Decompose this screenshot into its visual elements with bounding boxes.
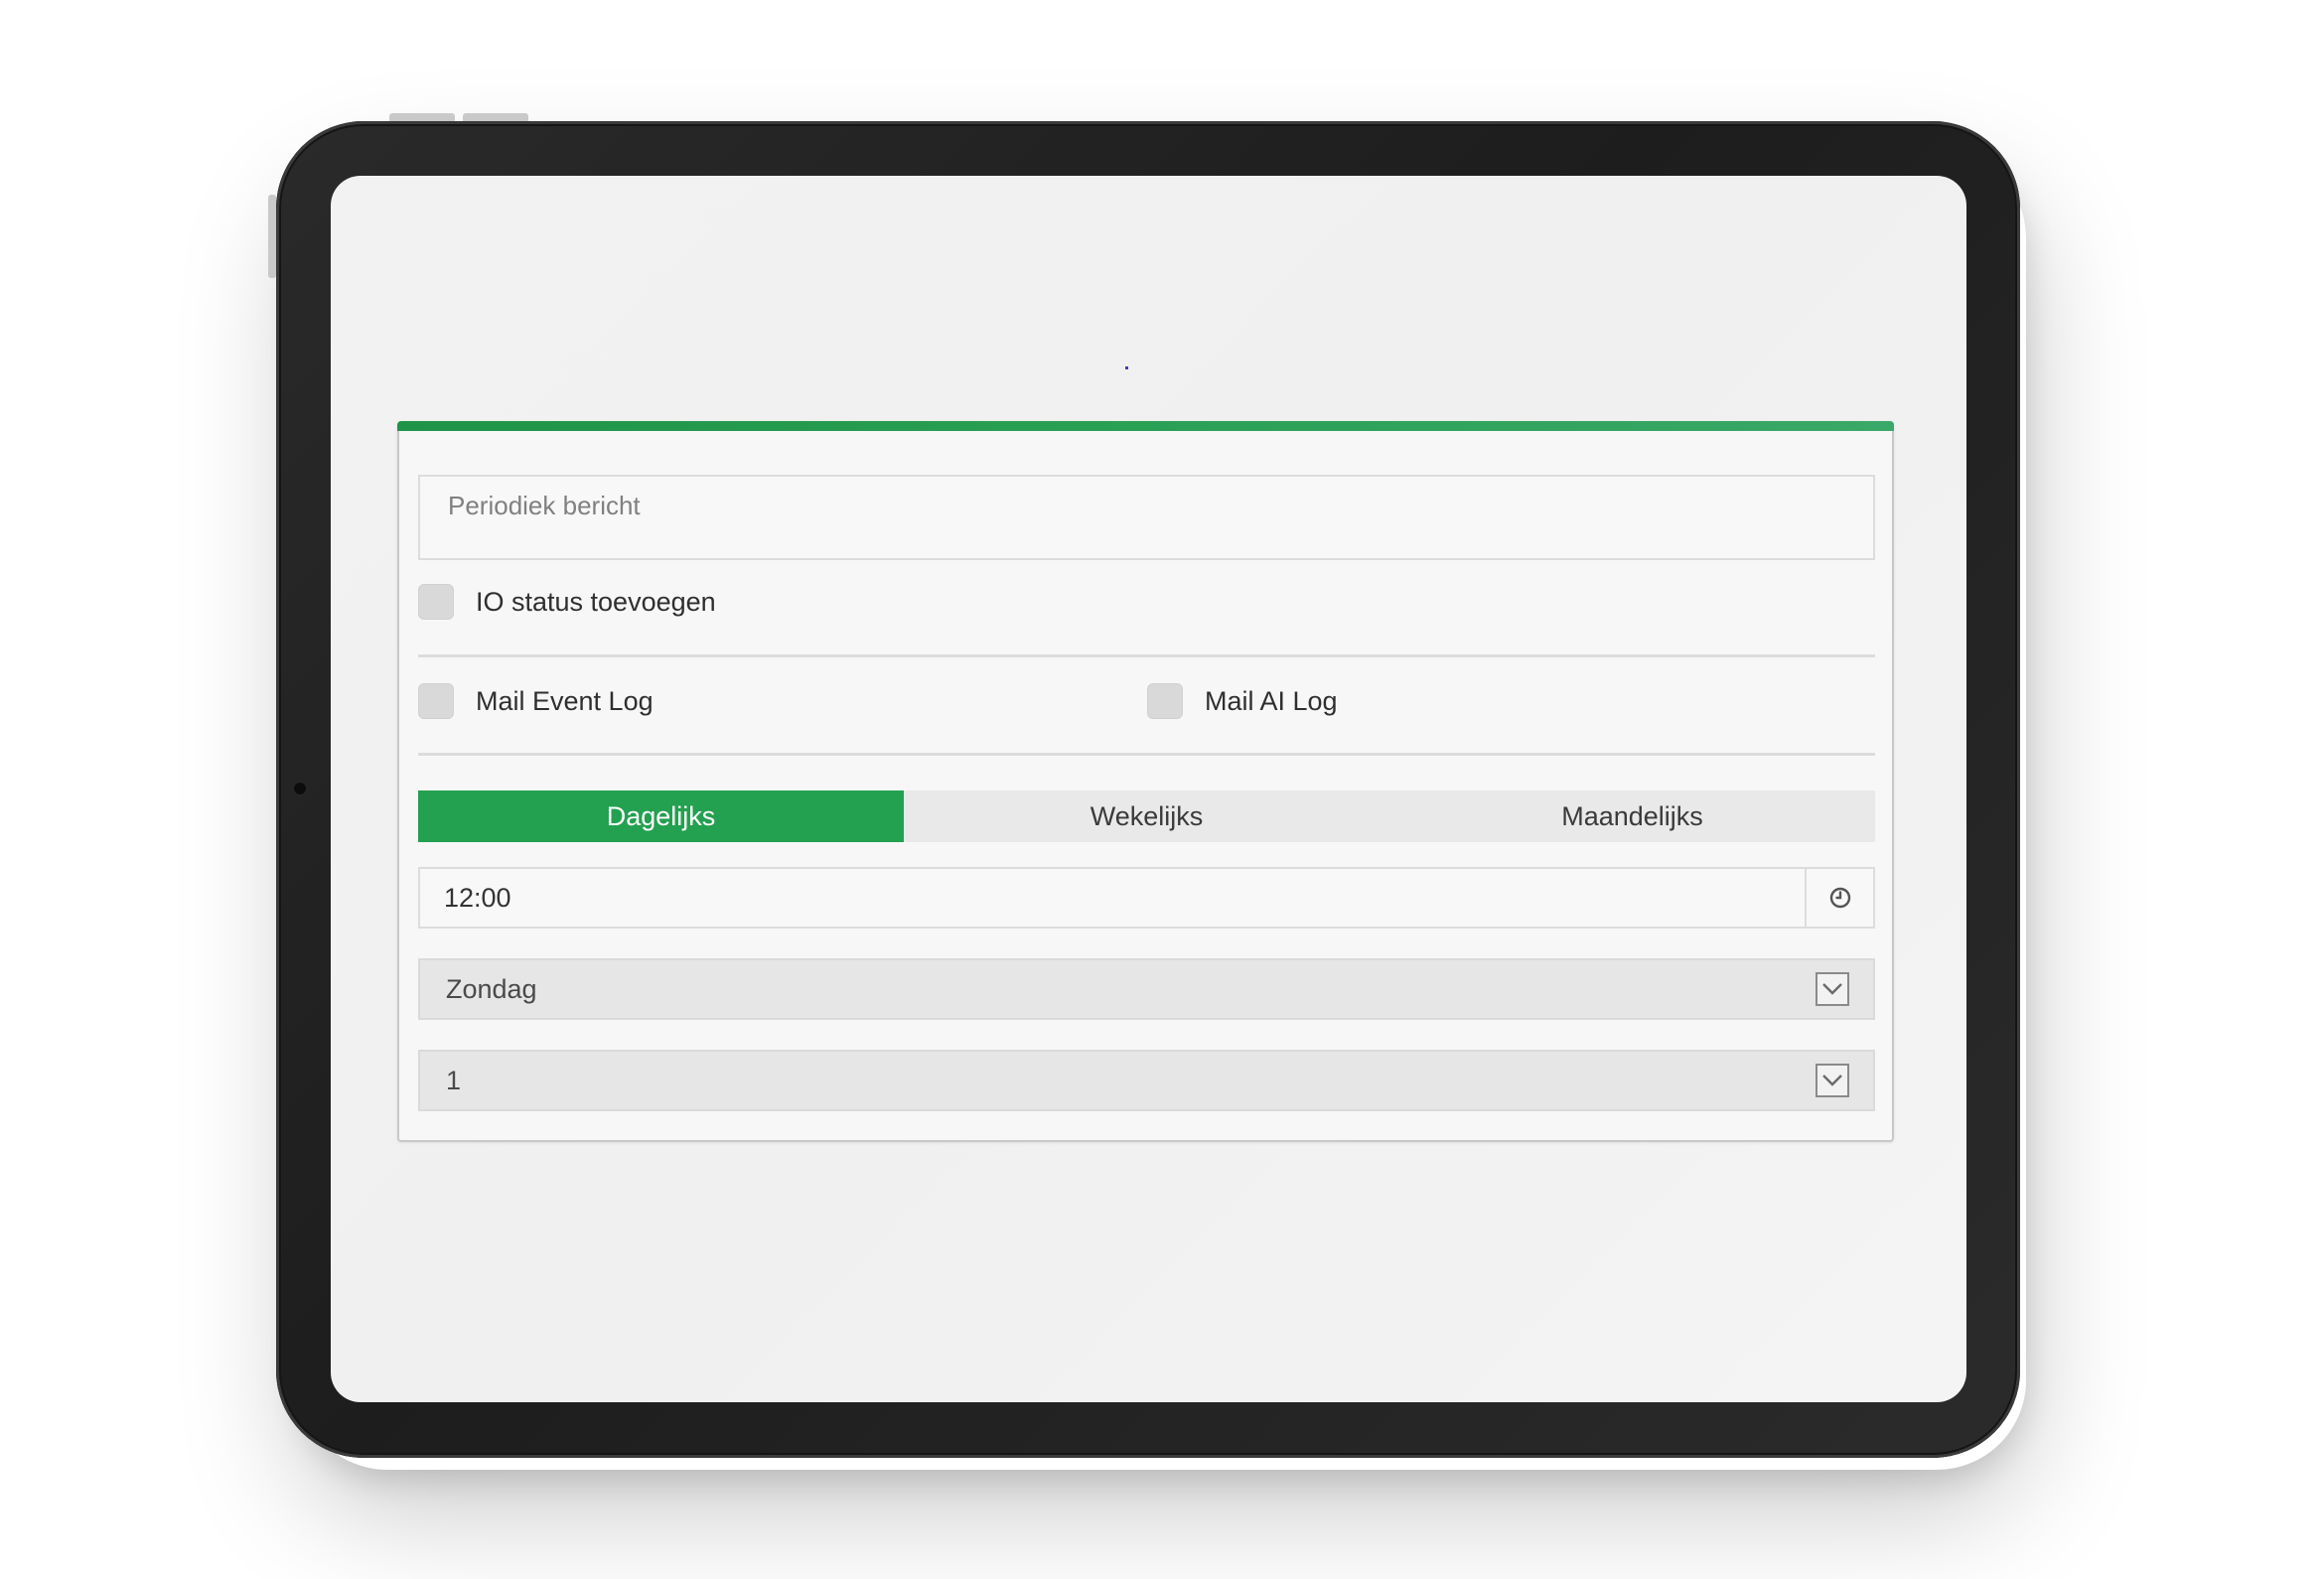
- day-select-value: Zondag: [446, 973, 537, 1004]
- number-select-value: 1: [446, 1065, 462, 1095]
- mail-event-log-label: Mail Event Log: [476, 685, 654, 716]
- product-mockup-scene: Periodiek bericht IO status toevoegen Ma…: [0, 0, 2324, 1579]
- tab-maandelijks[interactable]: Maandelijks: [1389, 790, 1875, 842]
- mail-ai-log-option[interactable]: Mail AI Log: [1147, 681, 1338, 721]
- clock-icon: [1829, 887, 1850, 909]
- tab-label: Dagelijks: [606, 800, 716, 831]
- time-value: 12:00: [444, 882, 511, 913]
- frequency-tabs: Dagelijks Wekelijks Maandelijks: [418, 790, 1875, 842]
- mail-event-log-checkbox[interactable]: [418, 683, 454, 719]
- periodic-message-input[interactable]: Periodiek bericht: [418, 475, 1875, 560]
- screen-artifact-dot: [1125, 366, 1128, 369]
- section-divider: [418, 654, 1875, 657]
- io-status-label: IO status toevoegen: [476, 586, 716, 617]
- mail-ai-log-checkbox[interactable]: [1147, 683, 1183, 719]
- periodic-message-placeholder: Periodiek bericht: [448, 491, 641, 520]
- section-divider: [418, 753, 1875, 756]
- number-select[interactable]: 1: [418, 1050, 1875, 1111]
- tab-wekelijks[interactable]: Wekelijks: [904, 790, 1389, 842]
- tab-label: Maandelijks: [1561, 800, 1703, 831]
- chevron-down-icon: [1822, 983, 1842, 995]
- tab-dagelijks[interactable]: Dagelijks: [418, 790, 904, 842]
- mail-ai-log-label: Mail AI Log: [1205, 685, 1338, 716]
- tablet-frame: Periodiek bericht IO status toevoegen Ma…: [276, 121, 2020, 1458]
- time-input[interactable]: 12:00: [418, 867, 1875, 929]
- periodic-message-card: Periodiek bericht IO status toevoegen Ma…: [397, 421, 1894, 1142]
- io-status-checkbox[interactable]: [418, 584, 454, 620]
- tablet-side-button: [268, 195, 276, 278]
- card-accent-bar: [397, 421, 1894, 431]
- number-select-toggle[interactable]: [1816, 1064, 1849, 1097]
- io-status-option[interactable]: IO status toevoegen: [418, 582, 716, 622]
- camera-lens: [294, 783, 306, 794]
- day-select[interactable]: Zondag: [418, 958, 1875, 1020]
- time-picker-button[interactable]: [1805, 869, 1873, 927]
- chevron-down-icon: [1822, 1075, 1842, 1086]
- day-select-toggle[interactable]: [1816, 972, 1849, 1006]
- tab-label: Wekelijks: [1089, 800, 1204, 831]
- mail-event-log-option[interactable]: Mail Event Log: [418, 681, 654, 721]
- tablet-screen: Periodiek bericht IO status toevoegen Ma…: [331, 176, 1966, 1402]
